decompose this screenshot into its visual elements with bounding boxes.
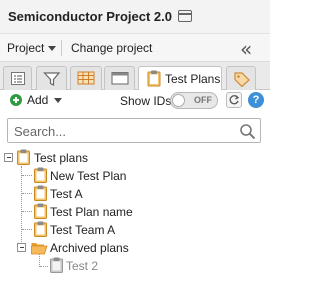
tag-icon <box>234 72 250 87</box>
refresh-button[interactable] <box>226 92 242 108</box>
tab-tags[interactable] <box>226 66 256 90</box>
tab-test-plans[interactable]: Test Plans <box>138 66 222 91</box>
clipboard-icon <box>34 203 47 219</box>
search-icon[interactable] <box>239 123 256 140</box>
tree-node-root[interactable]: Test plans <box>0 149 200 167</box>
refresh-icon <box>229 95 240 105</box>
plus-icon <box>10 94 22 106</box>
tree-node-archived-plan[interactable]: Test 2 <box>0 257 200 275</box>
tree-node-test-plan[interactable]: Test Team A <box>0 221 200 239</box>
app-title: Semiconductor Project 2.0 <box>8 9 172 24</box>
toggle-knob <box>172 94 185 107</box>
tree-node-label: Archived plans <box>50 241 129 255</box>
tree-node-folder[interactable]: Archived plans <box>0 239 200 257</box>
tab-filter[interactable] <box>36 66 67 90</box>
tree-node-label: Test 2 <box>66 259 99 273</box>
clipboard-icon <box>147 70 161 87</box>
toggle-state-text: OFF <box>194 95 212 105</box>
open-folder-icon <box>31 243 48 255</box>
tab-list[interactable] <box>3 66 32 90</box>
help-icon[interactable]: ? <box>248 92 264 108</box>
grid-icon <box>77 71 95 85</box>
change-project-button[interactable]: Change project <box>71 41 152 55</box>
tree-node-label: New Test Plan <box>50 169 127 183</box>
show-ids-toggle[interactable]: OFF <box>170 92 218 109</box>
tree-node-label: Test Team A <box>50 223 116 237</box>
window-icon <box>111 72 129 85</box>
tree-node-test-plan[interactable]: New Test Plan <box>0 167 200 185</box>
tree-node-test-plan[interactable]: Test Plan name <box>0 203 200 221</box>
divider <box>61 40 62 56</box>
filter-icon <box>43 72 61 86</box>
tree-node-test-plan[interactable]: Test A <box>0 185 200 203</box>
project-menu[interactable]: Project <box>7 41 57 55</box>
tab-test-plans-label: Test Plans <box>165 72 221 86</box>
chevron-down-icon <box>48 46 57 51</box>
collapse-icon[interactable] <box>17 243 26 252</box>
project-bar: Project Change project « <box>0 34 270 62</box>
add-button[interactable]: Add <box>10 93 63 107</box>
tree-node-label: Test Plan name <box>50 205 133 219</box>
clipboard-icon-gray <box>50 257 63 273</box>
title-bar: Semiconductor Project 2.0 <box>0 0 270 34</box>
search-box <box>7 118 261 143</box>
tab-bar: Test Plans <box>0 62 270 91</box>
clipboard-icon <box>34 167 47 183</box>
show-ids-label: Show IDs <box>120 94 172 108</box>
collapse-icon[interactable] <box>4 153 13 162</box>
collapse-panel-icon[interactable]: « <box>240 37 252 61</box>
tree-node-label: Test A <box>50 187 83 201</box>
project-menu-label: Project <box>7 41 45 55</box>
clipboard-icon <box>34 221 47 237</box>
search-input[interactable] <box>14 122 224 140</box>
action-bar: Add Show IDs OFF ? <box>0 90 270 112</box>
clipboard-icon <box>17 149 30 165</box>
window-layout-icon[interactable] <box>178 10 192 22</box>
tab-grid[interactable] <box>70 66 102 90</box>
tab-window[interactable] <box>104 66 135 90</box>
tree-node-label: Test plans <box>34 151 89 165</box>
clipboard-icon <box>34 185 47 201</box>
add-button-label: Add <box>27 93 49 107</box>
chevron-down-icon <box>54 98 63 103</box>
list-icon <box>11 72 25 85</box>
